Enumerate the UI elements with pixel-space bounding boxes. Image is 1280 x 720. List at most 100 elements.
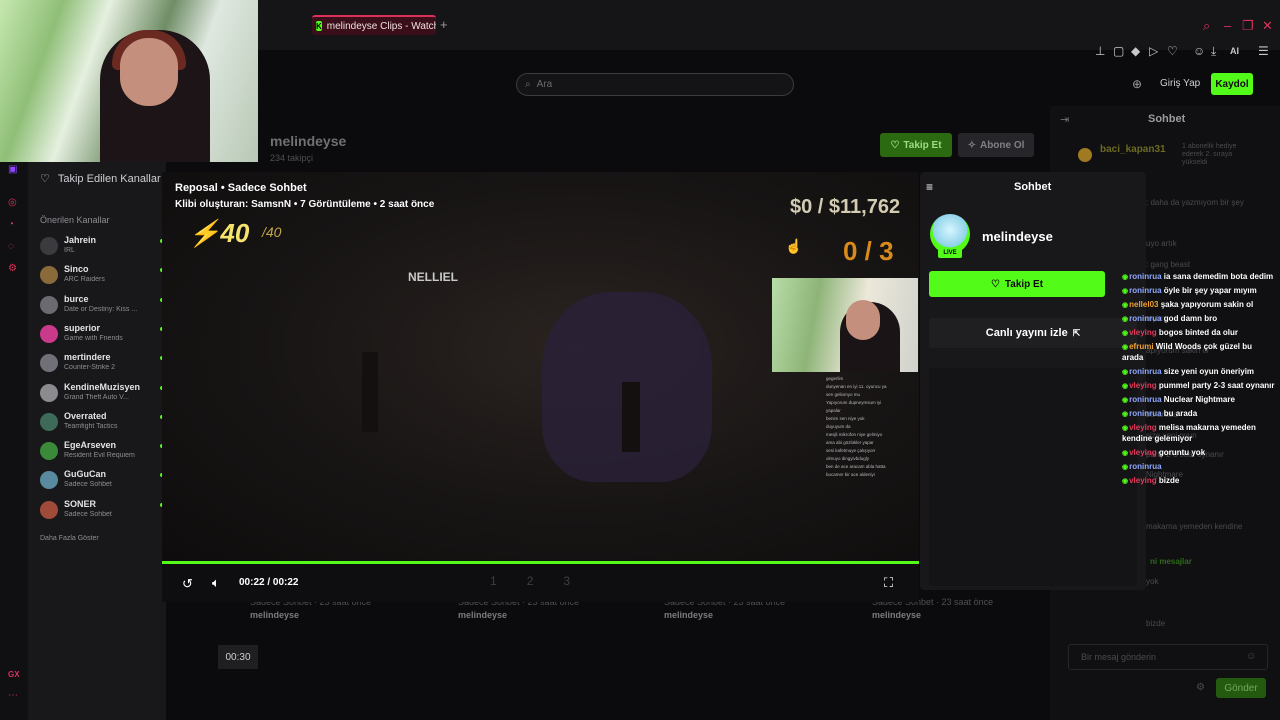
twitch-icon[interactable]: ▣ bbox=[8, 164, 17, 175]
chat-username[interactable]: roninrua bbox=[1129, 286, 1161, 295]
badge-icon: ◉ bbox=[1122, 316, 1129, 323]
chat-icon[interactable]: ◌ bbox=[8, 241, 14, 252]
chat-message: ◉vleying pummel party 2-3 saat oynanır bbox=[1122, 381, 1275, 390]
channel-game: Sadece Sohbet bbox=[64, 481, 112, 489]
badge-icon: ◉ bbox=[1122, 397, 1129, 404]
chat-username[interactable]: vleying bbox=[1129, 328, 1157, 337]
download-icon[interactable]: ⤓ bbox=[1211, 44, 1216, 59]
badge-icon: ◉ bbox=[1122, 330, 1129, 337]
replay-icon[interactable]: ↺ bbox=[182, 576, 193, 592]
clip-card-channel: melindeyse bbox=[872, 610, 922, 620]
snapshot-icon[interactable]: ▢ bbox=[1113, 44, 1124, 58]
chat-text: öyle bir şey yapar mıyım bbox=[1163, 286, 1257, 295]
chat-username[interactable]: nellel03 bbox=[1129, 300, 1158, 309]
settings-icon[interactable]: ⚙ bbox=[8, 263, 17, 274]
badge-icon: ◉ bbox=[1122, 274, 1129, 281]
chat-username[interactable]: roninrua bbox=[1129, 272, 1161, 281]
channel-name: mertindere bbox=[64, 352, 111, 363]
menu-icon[interactable]: ☰ bbox=[1258, 44, 1269, 58]
stream-chat-line: benim sen niye yok bbox=[826, 416, 865, 421]
new-tab-button[interactable]: + bbox=[440, 17, 448, 32]
sidebar-channel-item[interactable]: superior Game with Friends bbox=[40, 323, 164, 351]
ai-button[interactable]: AI bbox=[1230, 46, 1239, 56]
chat-text: ia sana demedim bota dedim bbox=[1163, 272, 1274, 281]
chapter-marker[interactable]: 2 bbox=[527, 574, 534, 588]
heart-icon[interactable]: ♡ bbox=[1167, 44, 1178, 58]
stream-chat-line: Yapıyorum dupneymsum iyi bbox=[826, 400, 882, 405]
badge-icon: ◉ bbox=[1122, 478, 1129, 485]
collapse-icon[interactable]: ⇥ bbox=[1060, 113, 1069, 126]
chat-username[interactable]: roninrua bbox=[1129, 462, 1161, 471]
browser-tab[interactable]: K melindeyse Clips - Watch bbox=[312, 15, 436, 35]
sidebar-channel-item[interactable]: mertindere Counter-Strike 2 bbox=[40, 352, 164, 380]
chat-message-input[interactable]: Bir mesaj gönderin bbox=[1068, 644, 1268, 670]
fullscreen-icon[interactable]: ⛶ bbox=[884, 575, 893, 591]
sidebar-channel-item[interactable]: Sinco ARC Raiders bbox=[40, 264, 164, 292]
heart-icon: ♡ bbox=[40, 173, 50, 185]
game-hud-health: ⚡40 bbox=[188, 218, 250, 248]
badge-icon: ◉ bbox=[1122, 383, 1129, 390]
clock-icon[interactable]: ◔ bbox=[8, 219, 14, 230]
chat-text: pummel party 2-3 saat oynanır bbox=[1158, 381, 1275, 390]
show-more-link[interactable]: Daha Fazla Göster bbox=[40, 535, 99, 542]
pin-icon[interactable]: ⊥ bbox=[1095, 44, 1105, 58]
following-header[interactable]: ♡ Takip Edilen Kanallar bbox=[40, 172, 161, 185]
sidebar-channel-item[interactable]: burce Date or Destiny: Kiss ... bbox=[40, 294, 164, 322]
player-icon[interactable]: ▷ bbox=[1149, 44, 1158, 58]
channel-name[interactable]: melindeyse bbox=[270, 133, 346, 149]
volume-icon[interactable]: 🔈︎ bbox=[212, 575, 220, 591]
game-player-name: NELLIEL bbox=[408, 270, 458, 284]
kick-favicon-icon: K bbox=[316, 21, 322, 31]
shield-icon[interactable]: ◆ bbox=[1131, 44, 1140, 58]
chat-username[interactable]: efrumi bbox=[1129, 342, 1153, 351]
stream-chat-line: gegerlim bbox=[826, 376, 844, 381]
chat-text: bizde bbox=[1158, 476, 1180, 485]
send-button[interactable]: Gönder bbox=[1216, 678, 1266, 698]
gx-icon[interactable]: GX bbox=[8, 670, 20, 679]
sidebar-channel-item[interactable]: Jahrein IRL bbox=[40, 235, 164, 263]
maximize-icon[interactable]: ❐ bbox=[1242, 18, 1254, 34]
sidebar-channel-item[interactable]: SONER Sadece Sohbet bbox=[40, 499, 164, 527]
close-icon[interactable]: ✕ bbox=[1262, 18, 1273, 34]
more-icon[interactable]: ⋯ bbox=[8, 690, 18, 701]
signup-button[interactable]: Kaydol bbox=[1211, 73, 1253, 95]
chat-username[interactable]: vleying bbox=[1129, 448, 1157, 457]
follow-button[interactable]: ♡ Takip Et bbox=[929, 271, 1105, 297]
chat-username[interactable]: roninrua bbox=[1129, 409, 1161, 418]
background-chat-line: yok bbox=[1146, 577, 1159, 586]
chat-username[interactable]: roninrua bbox=[1129, 367, 1161, 376]
chapter-marker[interactable]: 1 bbox=[490, 574, 497, 588]
chapter-marker[interactable]: 3 bbox=[563, 574, 570, 588]
sidebar-channel-item[interactable]: Overrated Teamfight Tactics bbox=[40, 411, 164, 439]
chat-username[interactable]: vleying bbox=[1129, 476, 1157, 485]
profile-icon[interactable]: ☺ bbox=[1193, 44, 1205, 58]
channel-avatar bbox=[40, 500, 58, 519]
language-icon[interactable]: ⊕ bbox=[1132, 77, 1142, 91]
chat-username[interactable]: vleying bbox=[1129, 423, 1157, 432]
search-icon: ⌕ bbox=[525, 79, 531, 90]
chat-username[interactable]: roninrua bbox=[1129, 395, 1161, 404]
emoji-icon[interactable]: ☺ bbox=[1246, 651, 1256, 662]
chat-text: Nuclear Nightmare bbox=[1163, 395, 1235, 404]
chat-body bbox=[929, 368, 1137, 586]
sidebar-channel-item[interactable]: GuGuCan Sadece Sohbet bbox=[40, 469, 164, 497]
search-input[interactable]: ⌕ Ara bbox=[516, 73, 794, 96]
chat-username[interactable]: vleying bbox=[1129, 381, 1157, 390]
heart-icon: ♡ bbox=[890, 139, 900, 151]
channel-game: ARC Raiders bbox=[64, 276, 105, 284]
chat-settings-icon[interactable]: ⚙ bbox=[1196, 682, 1205, 693]
compass-icon[interactable]: ◎ bbox=[8, 197, 17, 208]
minimize-icon[interactable]: – bbox=[1224, 18, 1231, 33]
streamer-name[interactable]: melindeyse bbox=[982, 229, 1053, 244]
chat-message: ◉roninrua size yeni oyun öneriyim bbox=[1122, 367, 1254, 376]
login-button[interactable]: Giriş Yap bbox=[1160, 78, 1200, 89]
search-icon[interactable]: ⌕ bbox=[1203, 18, 1210, 34]
subscribe-button[interactable]: ✧ Abone Ol bbox=[958, 133, 1034, 157]
sidebar-channel-item[interactable]: KendineMuzisyen Grand Theft Auto V... bbox=[40, 382, 164, 410]
watch-live-button[interactable]: Canlı yayını izle ⇱ bbox=[929, 318, 1137, 348]
follow-button[interactable]: ♡ Takip Et bbox=[880, 133, 952, 157]
sidebar-channel-item[interactable]: EgeArseven Resident Evil Requiem bbox=[40, 440, 164, 468]
collapse-chat-icon[interactable]: ≡ bbox=[926, 180, 933, 194]
chat-text: god damn bro bbox=[1163, 314, 1218, 323]
chat-username[interactable]: roninrua bbox=[1129, 314, 1161, 323]
